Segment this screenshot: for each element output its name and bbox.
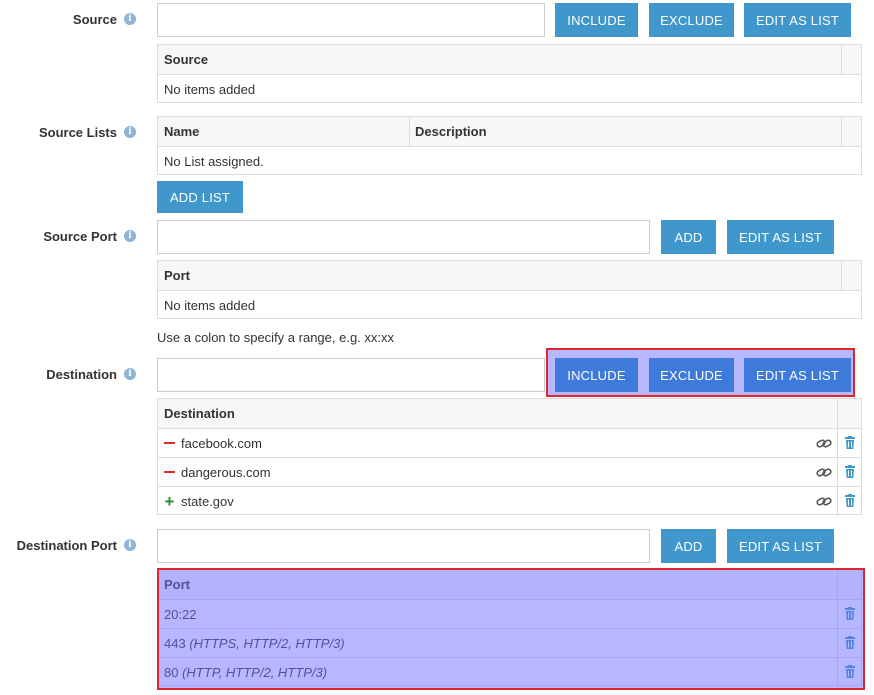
link-icon[interactable] [816, 437, 832, 450]
table-header-row: Port [158, 261, 861, 290]
trash-icon[interactable] [845, 607, 855, 620]
destination-port-edit-as-list-button[interactable]: EDIT AS LIST [727, 529, 834, 563]
column-divider [837, 658, 838, 686]
destination-port-add-button[interactable]: ADD [661, 529, 716, 563]
port-protocols: (HTTP, HTTP/2, HTTP/3) [182, 664, 328, 680]
table-row: + state.gov [158, 486, 861, 515]
port-value: 443 [164, 635, 186, 651]
name-column-header: Name [164, 124, 200, 139]
trash-icon[interactable] [845, 636, 855, 649]
destination-port-input[interactable] [157, 529, 650, 563]
column-divider [841, 117, 842, 146]
table-header-row: Port [158, 570, 861, 599]
source-port-table: Port No items added [157, 260, 862, 319]
destination-edit-as-list-button[interactable]: EDIT AS LIST [744, 358, 851, 392]
destination-exclude-button[interactable]: EXCLUDE [649, 358, 734, 392]
source-port-label: Source Port [43, 229, 117, 244]
add-list-button[interactable]: ADD LIST [157, 181, 243, 213]
description-column-header: Description [415, 124, 487, 139]
include-icon: + [164, 491, 175, 511]
destination-include-button[interactable]: INCLUDE [555, 358, 638, 392]
destination-label: Destination [46, 367, 117, 382]
column-divider [841, 261, 842, 290]
source-include-button[interactable]: INCLUDE [555, 3, 638, 37]
column-divider [837, 629, 838, 657]
table-row: dangerous.com [158, 457, 861, 486]
source-input[interactable] [157, 3, 545, 37]
table-row: 443 (HTTPS, HTTP/2, HTTP/3) [158, 628, 861, 657]
column-divider [841, 45, 842, 74]
link-icon[interactable] [816, 466, 832, 479]
source-edit-as-list-button[interactable]: EDIT AS LIST [744, 3, 851, 37]
destination-port-label: Destination Port [16, 538, 117, 553]
column-divider [837, 570, 838, 599]
port-column-header: Port [164, 577, 190, 592]
table-empty-row: No items added [158, 290, 861, 319]
source-port-add-button[interactable]: ADD [661, 220, 716, 254]
source-label: Source [72, 12, 117, 27]
port-entry: 443 (HTTPS, HTTP/2, HTTP/3) [158, 629, 345, 657]
column-divider [837, 458, 838, 486]
table-header-row: Destination [158, 399, 861, 428]
empty-message: No List assigned. [164, 153, 264, 169]
source-port-input[interactable] [157, 220, 650, 254]
column-divider [837, 600, 838, 628]
destination-column-header: Destination [164, 406, 235, 421]
info-icon[interactable]: i [124, 368, 136, 380]
source-exclude-button[interactable]: EXCLUDE [649, 3, 734, 37]
source-column-header: Source [164, 52, 209, 67]
info-icon[interactable]: i [124, 13, 136, 25]
port-value: 20:22 [164, 606, 197, 622]
info-icon[interactable]: i [124, 126, 136, 138]
destination-table: Destination facebook.com dangerous.com +… [157, 398, 862, 515]
column-divider [837, 429, 838, 457]
port-column-header: Port [164, 268, 190, 283]
exclude-icon [164, 471, 175, 473]
table-empty-row: No List assigned. [158, 146, 861, 175]
destination-port-table: Port 20:22 443 (HTTPS, HTTP/2, HTTP/3) 8… [157, 569, 862, 686]
table-header-row: Source [158, 45, 861, 74]
destination-entry: facebook.com [158, 429, 262, 457]
info-icon[interactable]: i [124, 539, 136, 551]
table-header-row: Name Description [158, 117, 861, 146]
source-lists-label: Source Lists [38, 125, 117, 140]
column-divider [837, 399, 838, 428]
table-empty-row: No items added [158, 74, 861, 103]
destination-value: state.gov [181, 493, 234, 509]
info-icon[interactable]: i [124, 230, 136, 242]
destination-entry: + state.gov [158, 487, 234, 515]
trash-icon[interactable] [845, 665, 855, 678]
column-divider [837, 487, 838, 515]
destination-input[interactable] [157, 358, 545, 392]
source-lists-table: Name Description No List assigned. [157, 116, 862, 175]
table-row: 80 (HTTP, HTTP/2, HTTP/3) [158, 657, 861, 686]
port-entry: 20:22 [158, 600, 197, 628]
port-value: 80 [164, 664, 179, 680]
source-port-edit-as-list-button[interactable]: EDIT AS LIST [727, 220, 834, 254]
port-protocols: (HTTPS, HTTP/2, HTTP/3) [189, 635, 345, 651]
table-row: facebook.com [158, 428, 861, 457]
exclude-icon [164, 442, 175, 444]
trash-icon[interactable] [845, 436, 855, 449]
link-icon[interactable] [816, 495, 832, 508]
port-range-hint: Use a colon to specify a range, e.g. xx:… [157, 330, 395, 345]
empty-message: No items added [164, 297, 256, 313]
trash-icon[interactable] [845, 494, 855, 507]
destination-entry: dangerous.com [158, 458, 271, 486]
trash-icon[interactable] [845, 465, 855, 478]
table-row: 20:22 [158, 599, 861, 628]
destination-value: dangerous.com [181, 464, 271, 480]
port-entry: 80 (HTTP, HTTP/2, HTTP/3) [158, 658, 327, 686]
empty-message: No items added [164, 81, 256, 97]
source-table: Source No items added [157, 44, 862, 103]
destination-value: facebook.com [181, 435, 262, 451]
